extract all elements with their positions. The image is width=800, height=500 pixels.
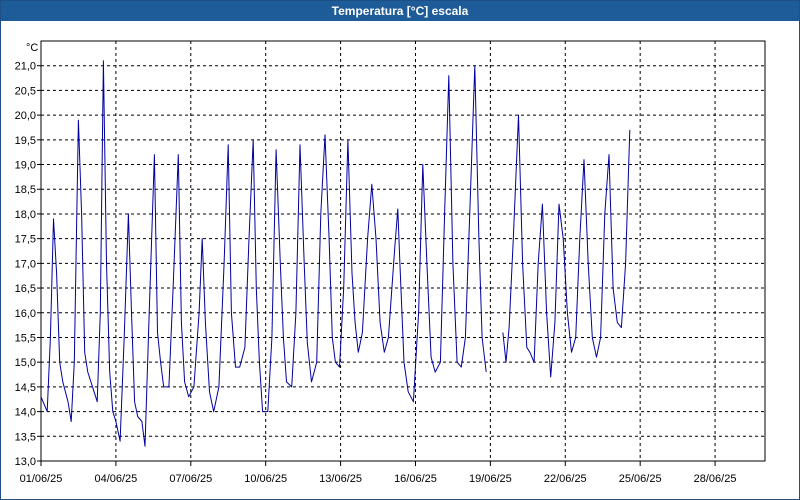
x-tick-label: 13/06/25: [319, 473, 362, 485]
y-tick-label: 20,0: [15, 110, 36, 122]
x-tick-label: 07/06/25: [169, 473, 212, 485]
x-tick-label: 19/06/25: [469, 473, 512, 485]
y-tick-label: 13,0: [15, 456, 36, 468]
y-tick-label: 13,5: [15, 431, 36, 443]
y-tick-label: 19,5: [15, 135, 36, 147]
y-tick-label: 18,0: [15, 209, 36, 221]
y-tick-label: 14,0: [15, 407, 36, 419]
x-tick-label: 16/06/25: [394, 473, 437, 485]
x-tick-label: 01/06/25: [20, 473, 63, 485]
y-tick-label: 17,5: [15, 234, 36, 246]
y-tick-label: 18,5: [15, 184, 36, 196]
chart-window: Temperatura [°C] escala 13,0 13,5 14,0 14,5…: [0, 0, 800, 500]
y-tick-label: 15,5: [15, 332, 36, 344]
y-tick-label: 21,0: [15, 61, 36, 73]
y-tick-label: 17,0: [15, 258, 36, 270]
y-axis-unit: °C: [26, 42, 38, 54]
x-tick-label: 04/06/25: [94, 473, 137, 485]
y-tick-label: 15,0: [15, 357, 36, 369]
y-tick-label: 16,5: [15, 283, 36, 295]
x-tick-label: 22/06/25: [544, 473, 587, 485]
x-tick-label: 28/06/25: [694, 473, 737, 485]
y-tick-label: 14,5: [15, 382, 36, 394]
y-axis-ticks: 13,0 13,5 14,0 14,5 15,0 15,5 16,0 16,5 17,0 17,5…: [15, 61, 41, 468]
chart-plot: 13,0 13,5 14,0 14,5 15,0 15,5 16,0 16,5 17,0 17,5…: [15, 40, 766, 485]
x-tick-label: 10/06/25: [244, 473, 287, 485]
y-tick-label: 19,0: [15, 160, 36, 172]
y-tick-label: 16,0: [15, 308, 36, 320]
x-axis-ticks: 01/06/25 04/06/25 07/06/25 10/06/25 13/06/25…: [20, 461, 737, 485]
y-tick-label: 20,5: [15, 85, 36, 97]
chart-title: Temperatura [°C] escala: [1, 1, 799, 21]
plot-area: [40, 40, 766, 462]
x-tick-label: 25/06/25: [619, 473, 662, 485]
